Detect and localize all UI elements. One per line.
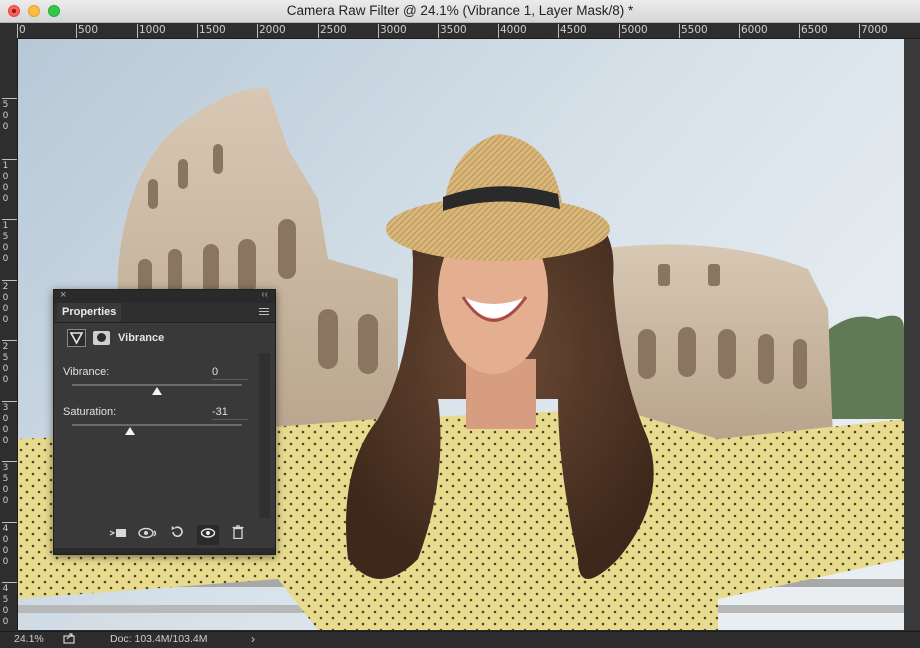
clip-icon bbox=[109, 529, 126, 537]
clip-to-layer-button[interactable] bbox=[107, 525, 129, 545]
reset-button[interactable] bbox=[166, 525, 188, 545]
status-menu-arrow[interactable]: › bbox=[251, 632, 255, 646]
ruler-label: 6000 bbox=[741, 24, 768, 36]
ruler-label: 5500 bbox=[681, 24, 708, 36]
tab-properties[interactable]: Properties bbox=[57, 303, 122, 322]
window-title: Camera Raw Filter @ 24.1% (Vibrance 1, L… bbox=[286, 3, 634, 18]
collapse-icon[interactable]: ‹‹ bbox=[261, 289, 268, 300]
saturation-label: Saturation: bbox=[63, 406, 117, 418]
view-previous-state-button[interactable] bbox=[137, 525, 159, 545]
ruler-label: 1500 bbox=[199, 24, 226, 36]
document-size: Doc: 103.4M/103.4M bbox=[110, 633, 208, 645]
zoom-level[interactable]: 24.1% bbox=[14, 633, 44, 645]
panel-bottom-toolbar bbox=[54, 520, 275, 550]
ruler-label: 3500 bbox=[440, 24, 467, 36]
ruler-label: 500 bbox=[2, 100, 9, 132]
ruler-label: 5000 bbox=[621, 24, 648, 36]
adjustment-name: Vibrance bbox=[118, 332, 165, 344]
vertical-ruler[interactable]: 500 1000 1500 2000 2500 3000 3500 4000 4… bbox=[0, 38, 18, 631]
ruler-label: 6500 bbox=[801, 24, 828, 36]
vibrance-slider-thumb[interactable] bbox=[152, 387, 162, 395]
share-icon[interactable] bbox=[63, 633, 75, 644]
ruler-label: 500 bbox=[78, 24, 99, 36]
panel-header-strip: × ‹‹ bbox=[54, 289, 275, 303]
toggle-visibility-button[interactable] bbox=[197, 525, 219, 545]
adjustment-layer-icon[interactable] bbox=[67, 329, 86, 347]
ruler-label: 1000 bbox=[139, 24, 166, 36]
ruler-label: 3000 bbox=[380, 24, 407, 36]
ruler-label: 2500 bbox=[2, 342, 9, 385]
ruler-label: 2000 bbox=[259, 24, 286, 36]
reset-icon bbox=[171, 526, 183, 538]
ruler-label: 3500 bbox=[2, 463, 9, 506]
status-bar: 24.1% Doc: 103.4M/103.4M › bbox=[0, 631, 920, 648]
ruler-label: 1500 bbox=[2, 221, 9, 264]
vertical-scrollbar[interactable] bbox=[904, 39, 920, 630]
horizontal-ruler[interactable]: 0 500 1000 1500 2000 2500 3000 3500 4000… bbox=[0, 23, 920, 39]
panel-tab-row: Properties bbox=[54, 303, 275, 323]
ruler-label: 4000 bbox=[500, 24, 527, 36]
delete-button[interactable] bbox=[227, 525, 249, 545]
ruler-label: 2000 bbox=[2, 282, 9, 325]
panel-scrollbar[interactable] bbox=[259, 353, 270, 518]
eye-icon bbox=[200, 528, 216, 538]
ruler-label: 4000 bbox=[2, 524, 9, 567]
trash-icon bbox=[232, 525, 244, 540]
ruler-label: 3000 bbox=[2, 403, 9, 446]
properties-panel: × ‹‹ Properties Vibrance Vibrance: 0 Sat… bbox=[53, 289, 276, 555]
panel-footer bbox=[54, 548, 275, 554]
window-titlebar: Camera Raw Filter @ 24.1% (Vibrance 1, L… bbox=[0, 0, 920, 23]
ruler-label: 7000 bbox=[861, 24, 888, 36]
ruler-label: 4500 bbox=[2, 584, 9, 627]
eye-previous-icon bbox=[138, 527, 157, 539]
ruler-label: 1000 bbox=[2, 161, 9, 204]
close-icon[interactable]: × bbox=[60, 289, 66, 301]
panel-menu-icon[interactable] bbox=[259, 308, 269, 317]
ruler-label: 0 bbox=[19, 24, 26, 36]
ruler-label: 2500 bbox=[320, 24, 347, 36]
vibrance-label: Vibrance: bbox=[63, 366, 110, 378]
saturation-value-field[interactable]: -31 bbox=[212, 406, 248, 420]
saturation-slider-track[interactable] bbox=[72, 424, 242, 426]
saturation-slider-thumb[interactable] bbox=[125, 427, 135, 435]
ruler-label: 4500 bbox=[560, 24, 587, 36]
layer-mask-icon[interactable] bbox=[93, 331, 110, 345]
vibrance-value-field[interactable]: 0 bbox=[212, 366, 248, 380]
vibrance-slider-track[interactable] bbox=[72, 384, 242, 386]
